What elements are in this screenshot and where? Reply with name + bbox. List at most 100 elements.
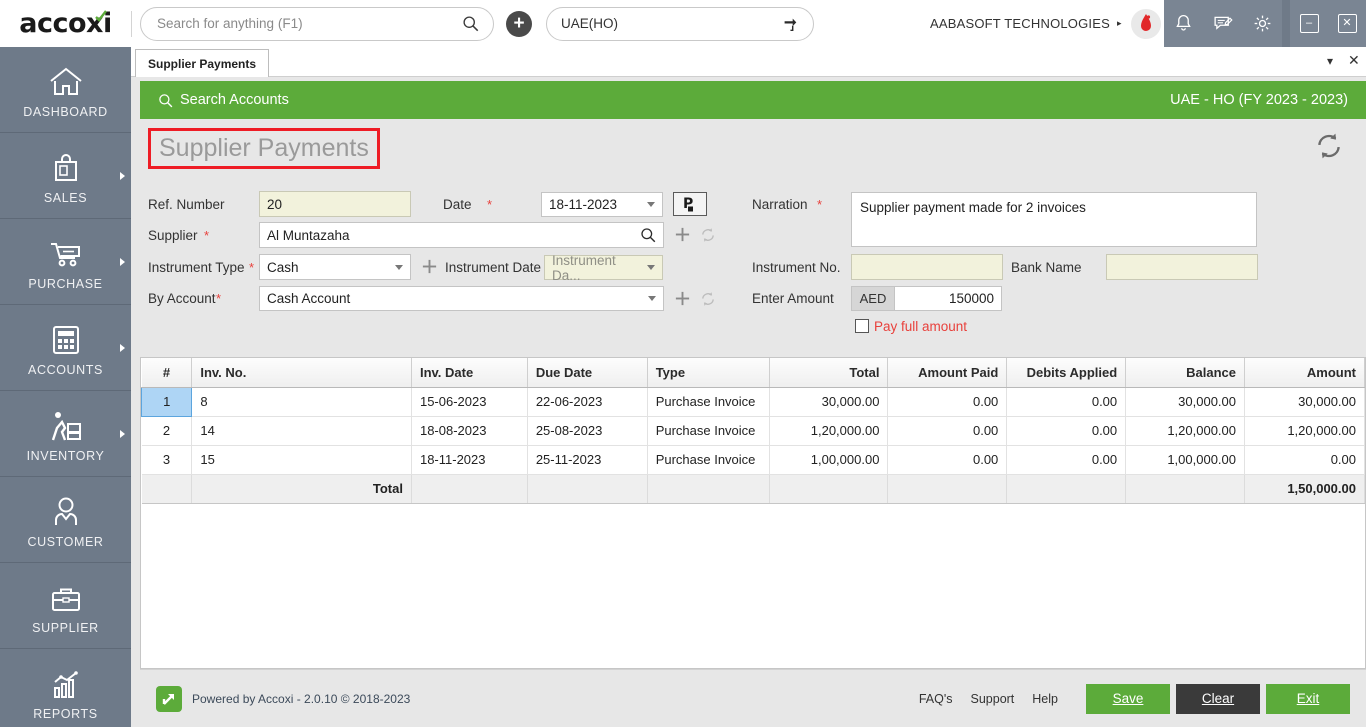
cell-index: 2 (142, 416, 192, 445)
cell-amount[interactable]: 30,000.00 (1245, 387, 1365, 416)
chevron-down-icon[interactable] (395, 265, 403, 270)
th-total[interactable]: Total (769, 358, 888, 387)
gear-icon[interactable] (1252, 13, 1273, 34)
invoice-table: # Inv. No. Inv. Date Due Date Type Total… (141, 358, 1365, 504)
minimize-button[interactable]: – (1300, 14, 1319, 33)
sidebar-item-supplier[interactable]: SUPPLIER (0, 563, 131, 649)
invoice-grid: # Inv. No. Inv. Date Due Date Type Total… (140, 357, 1366, 669)
cell-amount[interactable]: 1,20,000.00 (1245, 416, 1365, 445)
sidebar-item-accounts[interactable]: ACCOUNTS (0, 305, 131, 391)
plus-icon: + (513, 14, 524, 33)
instrument-type-add-icon[interactable] (421, 258, 438, 275)
ref-number-field[interactable]: 20 (259, 191, 411, 217)
cell-amount[interactable]: 0.00 (1245, 445, 1365, 474)
narration-field[interactable]: Supplier payment made for 2 invoices (851, 192, 1257, 247)
th-inv-date[interactable]: Inv. Date (411, 358, 527, 387)
chevron-right-icon[interactable] (120, 172, 125, 180)
pay-full-amount-checkbox[interactable] (855, 319, 869, 333)
cell-inv-date: 18-11-2023 (411, 445, 527, 474)
chevron-right-icon[interactable]: ▸ (1117, 18, 1122, 29)
by-account-field[interactable]: Cash Account (259, 286, 664, 311)
bell-icon[interactable] (1173, 13, 1194, 34)
table-row[interactable]: 3 15 18-11-2023 25-11-2023 Purchase Invo… (142, 445, 1365, 474)
search-icon (158, 93, 173, 108)
th-due-date[interactable]: Due Date (527, 358, 647, 387)
global-search[interactable] (140, 7, 494, 41)
add-new-button[interactable]: + (506, 11, 532, 37)
cell-inv-no[interactable]: 15 (192, 445, 412, 474)
save-button-label: Save (1113, 691, 1144, 706)
by-account-refresh-icon[interactable] (700, 291, 716, 307)
supplier-refresh-icon[interactable] (700, 227, 716, 243)
chevron-down-icon[interactable] (647, 265, 655, 270)
sidebar-item-sales[interactable]: SALES (0, 133, 131, 219)
close-button[interactable]: ✕ (1338, 14, 1357, 33)
chevron-down-icon[interactable] (648, 296, 656, 301)
branch-selector[interactable]: UAE(HO) (546, 7, 814, 41)
faq-link[interactable]: FAQ's (919, 692, 953, 706)
support-link[interactable]: Support (971, 692, 1015, 706)
refresh-icon[interactable] (1314, 131, 1344, 166)
search-icon[interactable] (640, 227, 656, 243)
company-area[interactable]: AABASOFT TECHNOLOGIES ▸ (930, 0, 1161, 47)
supplier-value: Al Muntazaha (267, 228, 350, 243)
bank-name-field[interactable] (1106, 254, 1258, 280)
th-amount-paid[interactable]: Amount Paid (888, 358, 1007, 387)
period-button[interactable]: P (673, 192, 707, 216)
cell-inv-no[interactable]: 14 (192, 416, 412, 445)
swap-icon[interactable] (781, 15, 799, 33)
by-account-add-icon[interactable] (674, 290, 691, 307)
search-accounts-button[interactable]: Search Accounts (158, 92, 289, 108)
instrument-type-field[interactable]: Cash (259, 254, 411, 280)
supplier-required-mark: * (204, 228, 209, 243)
enter-amount-label: Enter Amount (752, 291, 834, 306)
supplier-add-icon[interactable] (674, 226, 691, 243)
th-amount[interactable]: Amount (1245, 358, 1365, 387)
sidebar-item-dashboard[interactable]: DASHBOARD (0, 47, 131, 133)
table-row[interactable]: 1 8 15-06-2023 22-06-2023 Purchase Invoi… (142, 387, 1365, 416)
total-spacer-5 (769, 474, 888, 503)
date-field[interactable]: 18-11-2023 (541, 192, 663, 217)
green-context-bar: Search Accounts UAE - HO (FY 2023 - 2023… (140, 81, 1366, 119)
chevron-down-icon[interactable] (647, 202, 655, 207)
sidebar-item-customer[interactable]: CUSTOMER (0, 477, 131, 563)
total-spacer-7 (1007, 474, 1126, 503)
help-link[interactable]: Help (1032, 692, 1058, 706)
instrument-no-field[interactable] (851, 254, 1003, 280)
sidebar-item-reports[interactable]: REPORTS (0, 649, 131, 727)
cell-debits-applied: 0.00 (1007, 416, 1126, 445)
search-icon[interactable] (462, 15, 479, 32)
tab-supplier-payments[interactable]: Supplier Payments (135, 49, 269, 77)
supplier-field[interactable]: Al Muntazaha (259, 222, 664, 248)
shopping-bag-icon (50, 146, 82, 184)
date-required-mark: * (487, 197, 492, 212)
cell-type: Purchase Invoice (647, 445, 769, 474)
tab-dropdown-icon[interactable]: ▾ (1327, 54, 1333, 68)
clear-button[interactable]: Clear (1176, 684, 1260, 714)
tab-close-icon[interactable]: ✕ (1348, 52, 1360, 69)
search-input[interactable] (155, 15, 462, 32)
total-spacer-3 (527, 474, 647, 503)
pay-full-amount-label[interactable]: Pay full amount (874, 319, 967, 334)
th-inv-no[interactable]: Inv. No. (192, 358, 412, 387)
exit-button[interactable]: Exit (1266, 684, 1350, 714)
cell-amount-paid: 0.00 (888, 416, 1007, 445)
save-button[interactable]: Save (1086, 684, 1170, 714)
th-debits-applied[interactable]: Debits Applied (1007, 358, 1126, 387)
sidebar-item-inventory[interactable]: INVENTORY (0, 391, 131, 477)
narration-label: Narration (752, 197, 808, 212)
chevron-right-icon[interactable] (120, 344, 125, 352)
avatar[interactable] (1131, 9, 1161, 39)
table-row[interactable]: 2 14 18-08-2023 25-08-2023 Purchase Invo… (142, 416, 1365, 445)
cell-inv-no[interactable]: 8 (192, 387, 412, 416)
instrument-date-field[interactable]: Instrument Da... (544, 255, 663, 280)
chevron-right-icon[interactable] (120, 258, 125, 266)
th-balance[interactable]: Balance (1126, 358, 1245, 387)
table-header-row: # Inv. No. Inv. Date Due Date Type Total… (142, 358, 1365, 387)
th-type[interactable]: Type (647, 358, 769, 387)
chevron-right-icon[interactable] (120, 430, 125, 438)
th-index[interactable]: # (142, 358, 192, 387)
message-icon[interactable] (1212, 13, 1234, 34)
sidebar-item-purchase[interactable]: PURCHASE (0, 219, 131, 305)
enter-amount-field[interactable]: 150000 (894, 286, 1002, 311)
